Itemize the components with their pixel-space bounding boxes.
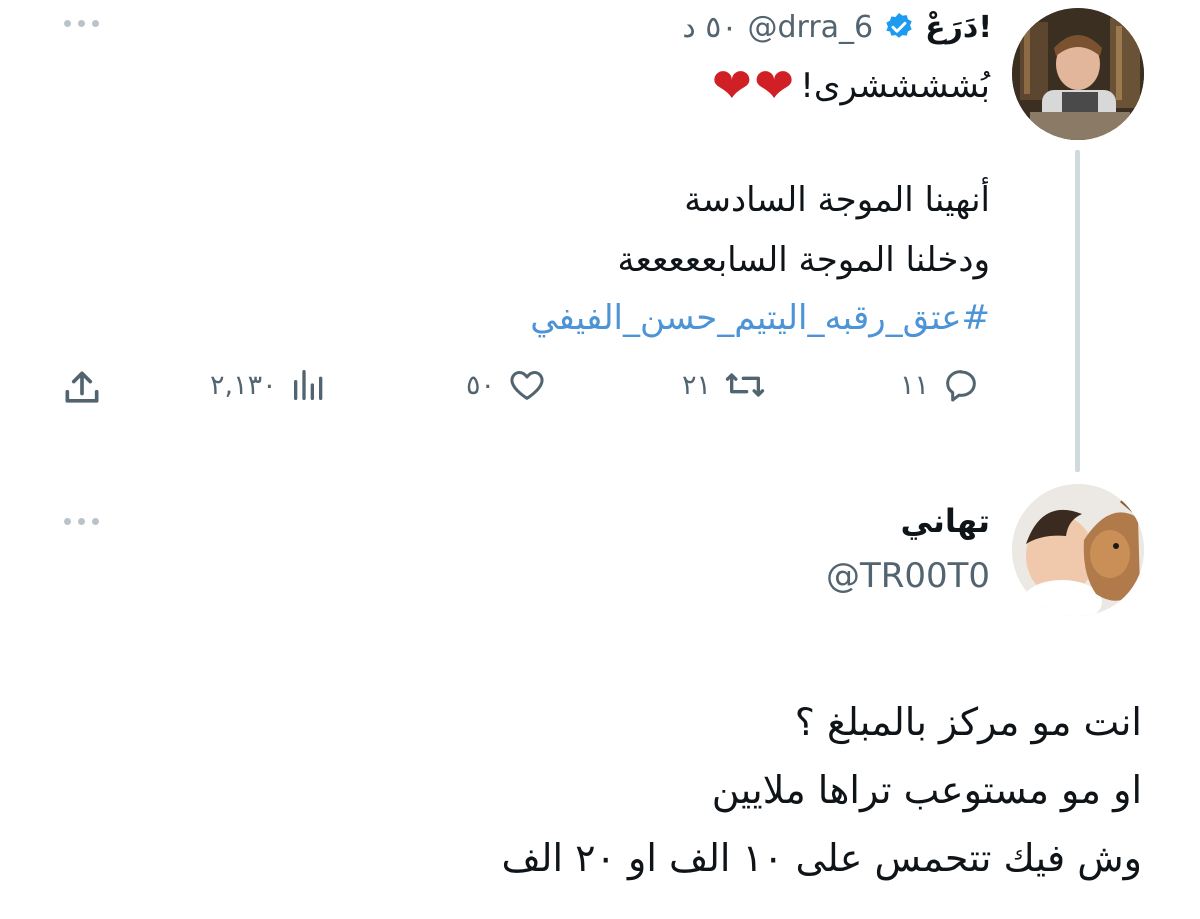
- views-button[interactable]: ٢,١٣٠: [210, 365, 329, 405]
- timestamp[interactable]: ٥٠ د: [682, 10, 737, 45]
- tweet1-first-line: بُششششرى! ❤❤: [560, 58, 990, 114]
- thread-line: [1075, 150, 1080, 472]
- tweet1-header: دَرَعْ! @drra_6 ٥٠ د: [600, 6, 992, 48]
- more-options-button[interactable]: [64, 20, 99, 27]
- reply-button[interactable]: ١١: [900, 365, 981, 405]
- tweet1-header-text: بُششششرى!: [800, 66, 990, 106]
- hashtag-link[interactable]: #عتق_رقبه_اليتيم_حسن_الفيفي: [300, 298, 990, 338]
- tweet2-body-line3: وش فيك تتحمس على ١٠ الف او ٢٠ الف: [501, 836, 1142, 880]
- reply-count: ١١: [900, 369, 930, 401]
- heart-emoji-icon: ❤❤: [711, 58, 797, 114]
- verified-icon: [883, 11, 915, 43]
- share-icon: [60, 366, 104, 410]
- tweet1-body-line1: أنهينا الموجة السادسة: [684, 180, 990, 220]
- tweet1-body-line2: ودخلنا الموجة السابعععععة: [617, 240, 990, 280]
- retweet-count: ٢١: [682, 369, 712, 401]
- tweet2-handle[interactable]: @TR00T0: [700, 556, 990, 596]
- tweet2-body-line2: او مو مستوعب تراها ملايين: [711, 768, 1142, 812]
- handle[interactable]: @drra_6: [747, 10, 873, 45]
- tweet2-body-line1: انت مو مركز بالمبلغ ؟: [794, 700, 1142, 744]
- analytics-icon: [289, 365, 329, 405]
- avatar-drra[interactable]: [1012, 8, 1144, 140]
- display-name[interactable]: دَرَعْ!: [925, 10, 992, 45]
- views-count: ٢,١٣٠: [210, 369, 277, 401]
- retweet-icon: [723, 365, 767, 405]
- heart-icon: [507, 365, 547, 405]
- more-options-button[interactable]: [64, 518, 99, 525]
- share-button[interactable]: [60, 366, 104, 410]
- avatar-tahani[interactable]: [1012, 484, 1144, 616]
- tweet2-display-name[interactable]: تهاني: [700, 502, 990, 540]
- retweet-button[interactable]: ٢١: [682, 365, 767, 405]
- like-button[interactable]: ٥٠: [466, 365, 547, 405]
- like-count: ٥٠: [466, 369, 496, 401]
- reply-icon: [941, 365, 981, 405]
